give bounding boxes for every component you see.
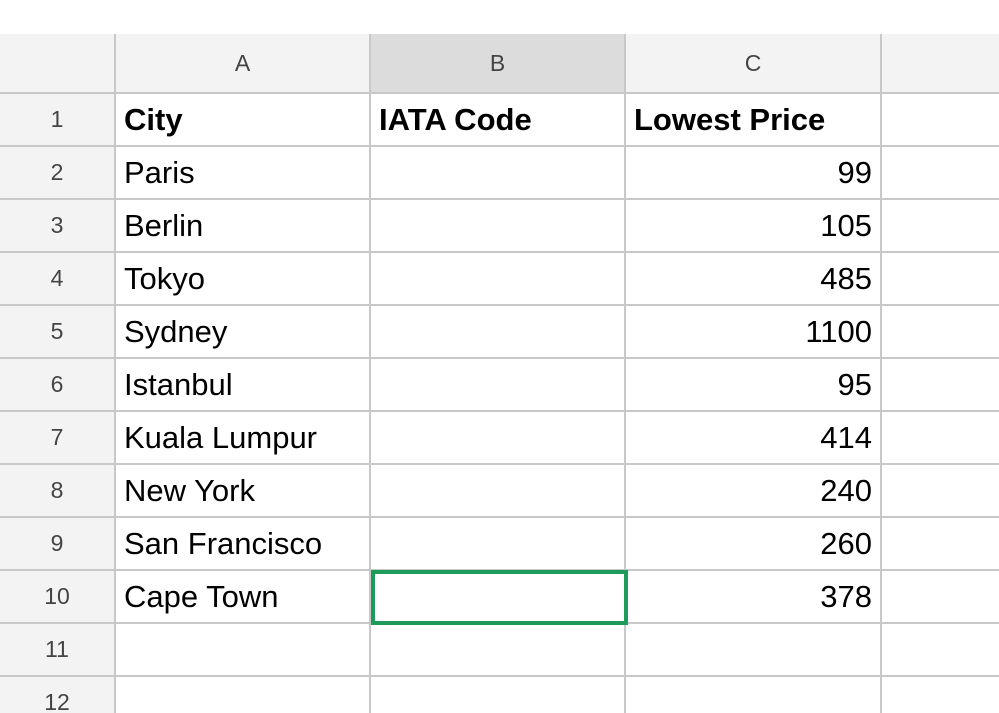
table-row: 9 San Francisco 260 (0, 518, 999, 571)
cell-d8[interactable] (882, 465, 999, 518)
spreadsheet-grid: A B C 1 City IATA Code Lowest Price 2 Pa… (0, 34, 999, 713)
column-header-row: A B C (0, 34, 999, 94)
cell-a10[interactable]: Cape Town (116, 571, 371, 624)
cell-a11[interactable] (116, 624, 371, 677)
cell-d5[interactable] (882, 306, 999, 359)
cell-b2[interactable] (371, 147, 626, 200)
cell-a9[interactable]: San Francisco (116, 518, 371, 571)
cell-a2[interactable]: Paris (116, 147, 371, 200)
cell-c7[interactable]: 414 (626, 412, 882, 465)
cell-b11[interactable] (371, 624, 626, 677)
cell-b12[interactable] (371, 677, 626, 713)
table-row: 5 Sydney 1100 (0, 306, 999, 359)
row-header[interactable]: 11 (0, 624, 116, 677)
cell-a3[interactable]: Berlin (116, 200, 371, 253)
table-row: 4 Tokyo 485 (0, 253, 999, 306)
cell-a8[interactable]: New York (116, 465, 371, 518)
row-header[interactable]: 12 (0, 677, 116, 713)
table-row: 6 Istanbul 95 (0, 359, 999, 412)
row-header[interactable]: 8 (0, 465, 116, 518)
cell-b5[interactable] (371, 306, 626, 359)
table-row: 3 Berlin 105 (0, 200, 999, 253)
selected-cell-highlight[interactable] (371, 570, 628, 625)
cell-b1[interactable]: IATA Code (371, 94, 626, 147)
cell-a12[interactable] (116, 677, 371, 713)
cell-d9[interactable] (882, 518, 999, 571)
select-all-corner[interactable] (0, 34, 116, 94)
table-row: 12 (0, 677, 999, 713)
cell-c5[interactable]: 1100 (626, 306, 882, 359)
cell-b3[interactable] (371, 200, 626, 253)
cell-d11[interactable] (882, 624, 999, 677)
cell-d12[interactable] (882, 677, 999, 713)
cell-d1[interactable] (882, 94, 999, 147)
row-header[interactable]: 3 (0, 200, 116, 253)
table-row: 7 Kuala Lumpur 414 (0, 412, 999, 465)
cell-b4[interactable] (371, 253, 626, 306)
cell-c9[interactable]: 260 (626, 518, 882, 571)
cell-d4[interactable] (882, 253, 999, 306)
column-header-c[interactable]: C (626, 34, 882, 94)
table-row: 8 New York 240 (0, 465, 999, 518)
cell-a7[interactable]: Kuala Lumpur (116, 412, 371, 465)
cell-b7[interactable] (371, 412, 626, 465)
cell-c1[interactable]: Lowest Price (626, 94, 882, 147)
cell-c10[interactable]: 378 (626, 571, 882, 624)
cell-d6[interactable] (882, 359, 999, 412)
cell-a6[interactable]: Istanbul (116, 359, 371, 412)
cell-d7[interactable] (882, 412, 999, 465)
cell-d10[interactable] (882, 571, 999, 624)
column-header-a[interactable]: A (116, 34, 371, 94)
cell-c4[interactable]: 485 (626, 253, 882, 306)
cell-c12[interactable] (626, 677, 882, 713)
table-row: 1 City IATA Code Lowest Price (0, 94, 999, 147)
column-header-b[interactable]: B (371, 34, 626, 94)
cell-b8[interactable] (371, 465, 626, 518)
row-header[interactable]: 4 (0, 253, 116, 306)
row-header[interactable]: 10 (0, 571, 116, 624)
row-header[interactable]: 1 (0, 94, 116, 147)
column-header-d[interactable] (882, 34, 999, 94)
row-header[interactable]: 7 (0, 412, 116, 465)
cell-c3[interactable]: 105 (626, 200, 882, 253)
cell-b9[interactable] (371, 518, 626, 571)
cell-a4[interactable]: Tokyo (116, 253, 371, 306)
row-header[interactable]: 9 (0, 518, 116, 571)
cell-a5[interactable]: Sydney (116, 306, 371, 359)
cell-d2[interactable] (882, 147, 999, 200)
table-row: 11 (0, 624, 999, 677)
cell-c11[interactable] (626, 624, 882, 677)
cell-d3[interactable] (882, 200, 999, 253)
cell-c6[interactable]: 95 (626, 359, 882, 412)
row-header[interactable]: 2 (0, 147, 116, 200)
cell-c8[interactable]: 240 (626, 465, 882, 518)
table-row: 2 Paris 99 (0, 147, 999, 200)
cell-a1[interactable]: City (116, 94, 371, 147)
cell-c2[interactable]: 99 (626, 147, 882, 200)
cell-b6[interactable] (371, 359, 626, 412)
row-header[interactable]: 5 (0, 306, 116, 359)
row-header[interactable]: 6 (0, 359, 116, 412)
